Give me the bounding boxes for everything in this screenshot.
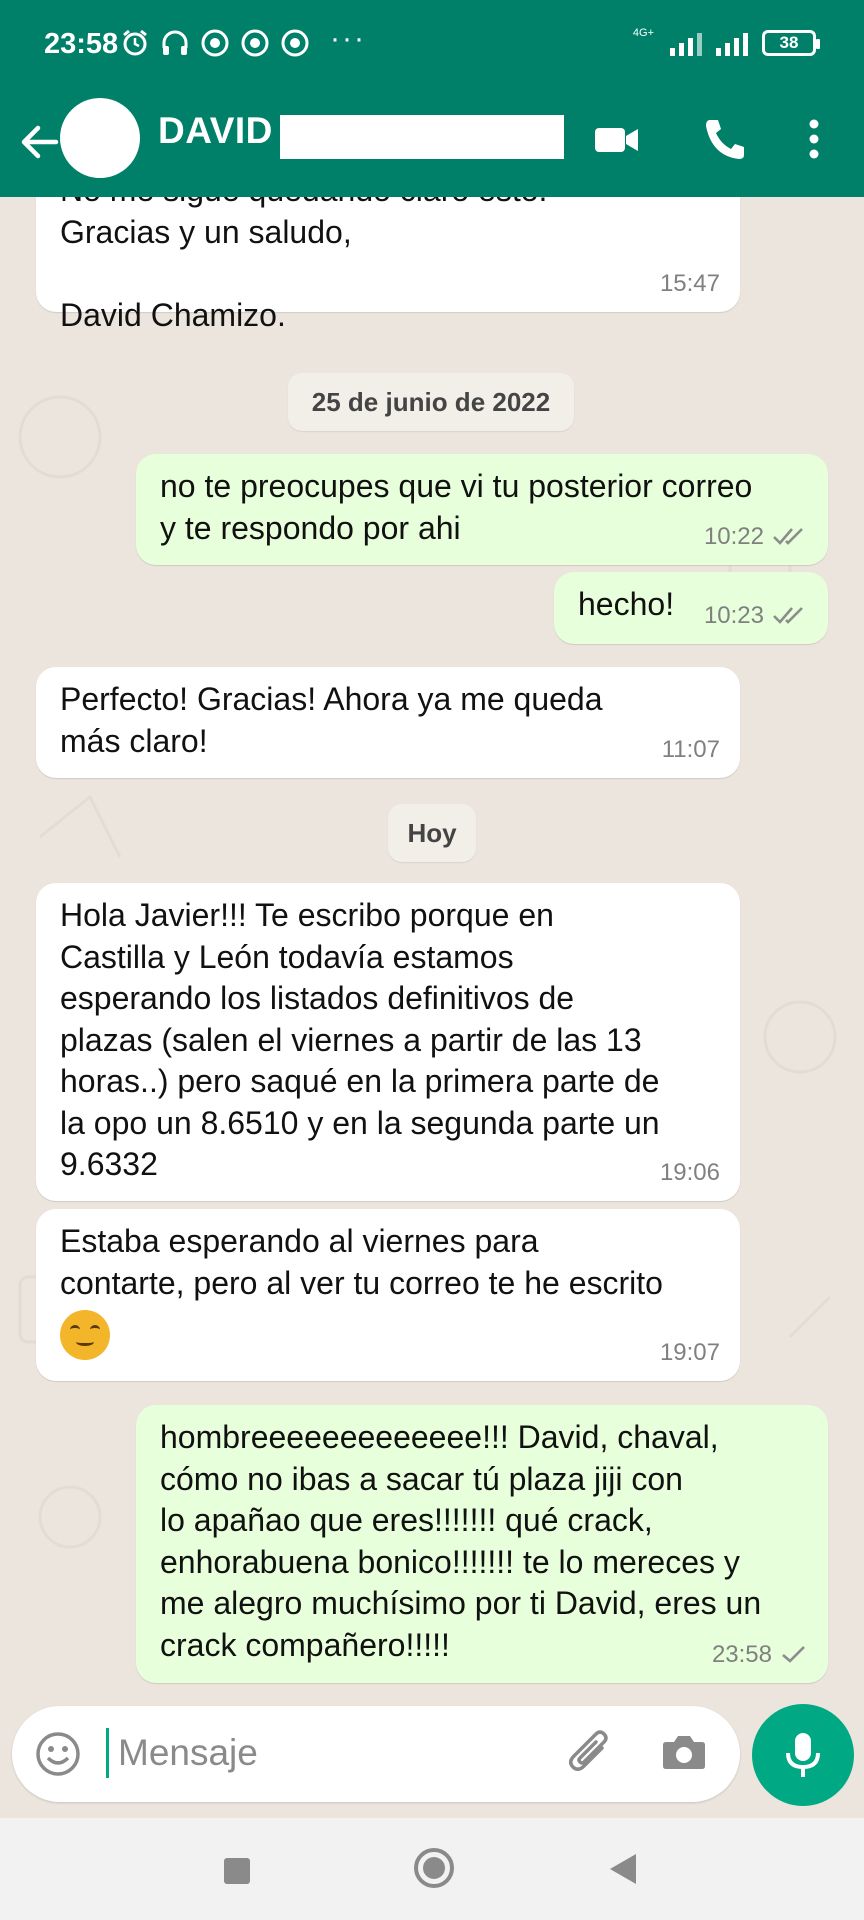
alarm-icon xyxy=(120,26,150,60)
message-composer[interactable]: Mensaje xyxy=(12,1706,740,1802)
message-incoming[interactable]: Hola Javier!!! Te escribo porque en Cast… xyxy=(36,883,740,1201)
mic-icon xyxy=(786,1733,820,1777)
read-double-check-icon xyxy=(773,607,803,625)
mic-button[interactable] xyxy=(752,1704,854,1806)
message-meta: 11:07 xyxy=(662,729,720,771)
system-nav-bar xyxy=(0,1818,864,1920)
message-time: 19:07 xyxy=(659,1338,720,1366)
upside-down-face-emoji xyxy=(60,1310,110,1360)
video-call-icon[interactable] xyxy=(592,114,642,164)
message-outgoing[interactable]: hombreeeeeeeeeeeee!!! David, chaval, cóm… xyxy=(136,1405,828,1683)
message-text: No me sigue quedando claro esto. Gracias… xyxy=(60,197,547,333)
message-input[interactable]: Mensaje xyxy=(118,1732,258,1774)
network-type: 4G+ xyxy=(632,27,654,39)
signal-icon xyxy=(670,30,702,56)
app-header: 23:58 ··· 4G+ 38 DAVID xyxy=(0,0,864,197)
message-text: Perfecto! Gracias! Ahora ya me queda más… xyxy=(60,681,603,759)
chrome-icon xyxy=(240,26,270,60)
status-right: 4G+ 38 xyxy=(632,27,820,56)
chat-area[interactable]: No me sigue quedando claro esto. Gracias… xyxy=(0,197,864,1700)
message-time: 19:06 xyxy=(659,1158,720,1186)
chat-header: DAVID xyxy=(0,92,864,197)
message-time: 10:22 xyxy=(703,522,764,550)
message-meta: 23:58 xyxy=(712,1634,808,1676)
contact-name[interactable]: DAVID xyxy=(158,110,273,152)
message-time: 11:07 xyxy=(661,735,720,763)
message-outgoing[interactable]: hecho! 10:23 xyxy=(554,572,828,644)
chrome-icon xyxy=(280,26,310,60)
read-double-check-icon xyxy=(773,528,803,546)
message-meta: 15:47 xyxy=(660,263,720,305)
message-outgoing[interactable]: no te preocupes que vi tu posterior corr… xyxy=(136,454,828,565)
redacted-surname xyxy=(280,115,564,159)
message-time: 15:47 xyxy=(659,269,720,297)
message-incoming[interactable]: No me sigue quedando claro esto. Gracias… xyxy=(36,197,740,333)
avatar[interactable] xyxy=(60,98,140,178)
more-vert-icon[interactable] xyxy=(802,114,826,164)
message-meta: 19:07 xyxy=(660,1332,720,1374)
message-meta: 10:23 xyxy=(704,595,808,637)
phone-icon[interactable] xyxy=(700,114,748,164)
battery-level: 38 xyxy=(779,33,799,52)
status-bar: 23:58 ··· 4G+ 38 xyxy=(0,0,864,92)
back-arrow-icon[interactable] xyxy=(16,116,64,168)
camera-icon[interactable] xyxy=(660,1728,708,1776)
emoji-icon[interactable] xyxy=(34,1730,82,1778)
message-text: Estaba esperando al viernes para contart… xyxy=(60,1223,663,1301)
message-incoming[interactable]: Perfecto! Gracias! Ahora ya me queda más… xyxy=(36,667,740,778)
chrome-icon xyxy=(200,26,230,60)
message-meta: 19:06 xyxy=(660,1152,720,1194)
message-incoming[interactable]: Estaba esperando al viernes para contart… xyxy=(36,1209,740,1381)
back-icon[interactable] xyxy=(610,1854,636,1884)
status-icons xyxy=(120,26,310,60)
date-divider: Hoy xyxy=(388,804,476,862)
more-notifications-icon: ··· xyxy=(330,22,366,55)
recents-icon[interactable] xyxy=(224,1858,250,1884)
message-text: Hola Javier!!! Te escribo porque en Cast… xyxy=(60,897,660,1182)
message-text: hombreeeeeeeeeeeee!!! David, chaval, cóm… xyxy=(160,1419,762,1663)
status-time: 23:58 xyxy=(44,28,119,60)
attach-icon[interactable] xyxy=(564,1726,620,1782)
battery-icon: 38 xyxy=(762,30,820,56)
sent-check-icon xyxy=(782,1646,805,1664)
headphones-icon xyxy=(160,26,190,60)
text-caret xyxy=(106,1728,109,1778)
date-divider: 25 de junio de 2022 xyxy=(288,373,574,431)
message-time: 23:58 xyxy=(711,1640,772,1668)
message-time: 10:23 xyxy=(703,601,764,629)
message-meta: 10:22 xyxy=(704,516,808,558)
signal-icon xyxy=(716,30,748,56)
home-icon[interactable] xyxy=(414,1848,454,1888)
